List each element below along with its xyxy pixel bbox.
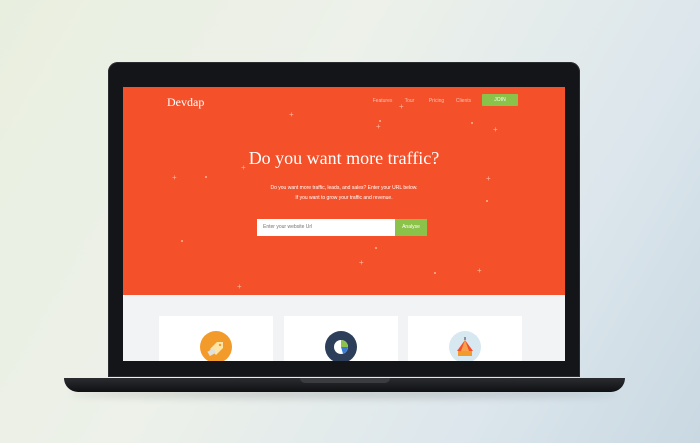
feature-card [408,316,522,361]
laptop-screen: Devdap Features Tour Pricing Clients JOI… [123,87,565,361]
website-url-input[interactable] [257,219,395,236]
sparkle-icon: + [359,258,364,267]
sparkle-icon: + [289,110,294,119]
pie-chart-icon [325,331,357,361]
hero-headline: Do you want more traffic? [248,148,440,168]
sparkle-dot [434,272,436,274]
carousel-tent-icon [449,331,481,361]
sparkle-icon: + [486,174,491,183]
tag-icon [200,331,232,361]
sparkle-icon: + [237,282,242,291]
hero-subtext-line2: If you want to grow your traffic and rev… [295,195,393,201]
nav-link-features[interactable]: Features [369,97,396,105]
sparkle-icon: + [493,125,498,134]
sparkle-dot [181,240,183,242]
sparkle-icon: + [376,122,381,131]
brand-logo[interactable]: Devdap [167,95,204,110]
feature-card [284,316,398,361]
sparkle-icon: + [172,173,177,182]
nav-link-clients[interactable]: Clients [450,97,477,105]
join-button[interactable]: JOIN [482,94,518,106]
sparkle-dot [379,120,381,122]
feature-card [159,316,273,361]
sparkle-dot [375,247,377,249]
analyse-button[interactable]: Analyse [395,219,427,236]
sparkle-dot [205,176,207,178]
hero-section: Devdap Features Tour Pricing Clients JOI… [123,87,565,295]
sparkle-icon: + [477,266,482,275]
hero-subtext-line1: Do you want more traffic, leads, and sal… [270,185,418,191]
sparkle-dot [471,122,473,124]
laptop-notch [300,378,390,383]
nav-link-pricing[interactable]: Pricing [423,97,450,105]
sparkle-icon: + [399,102,404,111]
top-nav: Features Tour Pricing Clients [369,97,477,105]
